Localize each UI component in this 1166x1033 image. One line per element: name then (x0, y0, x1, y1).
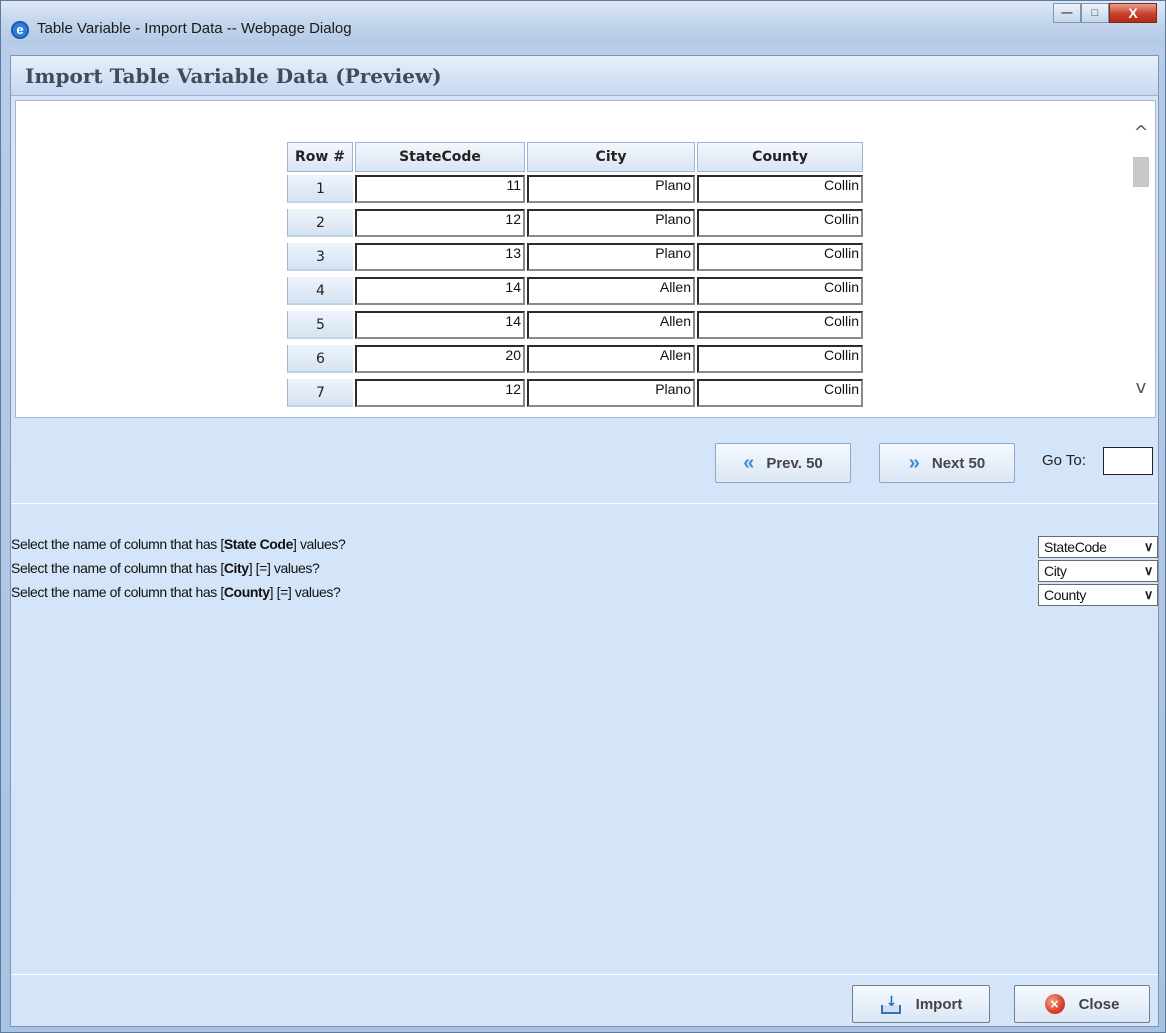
row-number-cell: 1 (287, 175, 353, 203)
column-mapping-section: Select the name of column that has [Stat… (11, 536, 1158, 608)
preview-panel: Row # StateCode City County 1 11 Plano C… (15, 100, 1156, 418)
import-icon: ↓ (880, 994, 902, 1014)
county-cell: Collin (697, 345, 863, 373)
county-cell: Collin (697, 277, 863, 305)
city-cell: Plano (527, 209, 695, 237)
city-cell: Plano (527, 379, 695, 407)
ie-icon: e (11, 21, 29, 39)
prev-50-button[interactable]: « Prev. 50 (715, 443, 851, 483)
statecode-cell: 14 (355, 311, 525, 339)
scroll-up-icon[interactable]: ^ (1131, 123, 1151, 143)
mapping-row-city: Select the name of column that has [City… (11, 560, 1158, 584)
city-cell: Allen (527, 345, 695, 373)
col-header-row-number: Row # (287, 142, 353, 172)
next-50-label: Next 50 (931, 454, 986, 472)
row-number-cell: 6 (287, 345, 353, 373)
row-number-cell: 2 (287, 209, 353, 237)
table-row: 3 13 Plano Collin (287, 240, 863, 274)
vertical-scrollbar[interactable]: ^ v (1127, 123, 1155, 398)
table-row: 6 20 Allen Collin (287, 342, 863, 376)
mapping-field-name: State Code (223, 536, 294, 552)
minimize-icon[interactable]: — (1053, 3, 1081, 23)
import-button[interactable]: ↓ Import (852, 985, 990, 1023)
close-label: Close (1078, 995, 1120, 1013)
mapping-field-name: County (223, 584, 270, 600)
import-label: Import (915, 995, 963, 1013)
prev-50-label: Prev. 50 (766, 454, 823, 472)
pagination-bar: « Prev. 50 » Next 50 Go To: (11, 418, 1158, 504)
city-cell: Allen (527, 277, 695, 305)
table-row: 7 12 Plano Collin (287, 376, 863, 410)
mapping-row-state-code: Select the name of column that has [Stat… (11, 536, 1158, 560)
col-header-statecode: StateCode (355, 142, 525, 172)
goto-label: Go To: (1042, 452, 1086, 469)
dialog-window: e Table Variable - Import Data -- Webpag… (0, 0, 1166, 1033)
preview-table: Row # StateCode City County 1 11 Plano C… (285, 142, 865, 410)
state-code-column-select[interactable]: StateCode ∨ (1038, 536, 1158, 558)
table-row: 5 14 Allen Collin (287, 308, 863, 342)
statecode-cell: 12 (355, 209, 525, 237)
table-row: 1 11 Plano Collin (287, 172, 863, 206)
city-column-select[interactable]: City ∨ (1038, 560, 1158, 582)
county-cell: Collin (697, 311, 863, 339)
window-close-icon[interactable]: X (1109, 3, 1157, 23)
window-controls: — □ X (1053, 3, 1157, 23)
dropdown-arrow-icon: ∨ (1143, 587, 1154, 602)
col-header-city: City (527, 142, 695, 172)
table-row: 2 12 Plano Collin (287, 206, 863, 240)
scroll-down-icon[interactable]: v (1131, 378, 1151, 398)
dropdown-arrow-icon: ∨ (1143, 539, 1154, 554)
table-row: 4 14 Allen Collin (287, 274, 863, 308)
maximize-icon[interactable]: □ (1081, 3, 1109, 23)
next-50-button[interactable]: » Next 50 (879, 443, 1015, 483)
city-cell: Allen (527, 311, 695, 339)
close-button[interactable]: × Close (1014, 985, 1150, 1023)
mapping-question: Select the name of column that has [City… (11, 560, 320, 576)
dialog-footer: ↓ Import × Close (11, 974, 1158, 1026)
table-header-row: Row # StateCode City County (287, 142, 863, 172)
mapping-question: Select the name of column that has [Stat… (11, 536, 346, 552)
next-chevron-icon: » (908, 451, 920, 474)
statecode-cell: 11 (355, 175, 525, 203)
row-number-cell: 3 (287, 243, 353, 271)
prev-chevron-icon: « (743, 451, 755, 474)
select-value: County (1044, 587, 1086, 603)
county-column-select[interactable]: County ∨ (1038, 584, 1158, 606)
title-bar: e Table Variable - Import Data -- Webpag… (1, 1, 1165, 45)
select-value: City (1044, 563, 1067, 579)
county-cell: Collin (697, 209, 863, 237)
close-icon: × (1044, 994, 1065, 1014)
col-header-county: County (697, 142, 863, 172)
select-value: StateCode (1044, 539, 1107, 555)
mapping-question: Select the name of column that has [Coun… (11, 584, 341, 600)
window-title: Table Variable - Import Data -- Webpage … (37, 20, 352, 37)
statecode-cell: 12 (355, 379, 525, 407)
city-cell: Plano (527, 243, 695, 271)
statecode-cell: 14 (355, 277, 525, 305)
goto-input[interactable] (1103, 447, 1153, 475)
mapping-row-county: Select the name of column that has [Coun… (11, 584, 1158, 608)
row-number-cell: 4 (287, 277, 353, 305)
page-title: Import Table Variable Data (Preview) (11, 56, 1158, 96)
county-cell: Collin (697, 243, 863, 271)
city-cell: Plano (527, 175, 695, 203)
county-cell: Collin (697, 175, 863, 203)
dropdown-arrow-icon: ∨ (1143, 563, 1154, 578)
statecode-cell: 20 (355, 345, 525, 373)
statecode-cell: 13 (355, 243, 525, 271)
row-number-cell: 7 (287, 379, 353, 407)
dialog-client-area: Import Table Variable Data (Preview) Row… (10, 55, 1159, 1027)
mapping-field-name: City (223, 560, 249, 576)
row-number-cell: 5 (287, 311, 353, 339)
scroll-thumb[interactable] (1133, 157, 1149, 187)
county-cell: Collin (697, 379, 863, 407)
